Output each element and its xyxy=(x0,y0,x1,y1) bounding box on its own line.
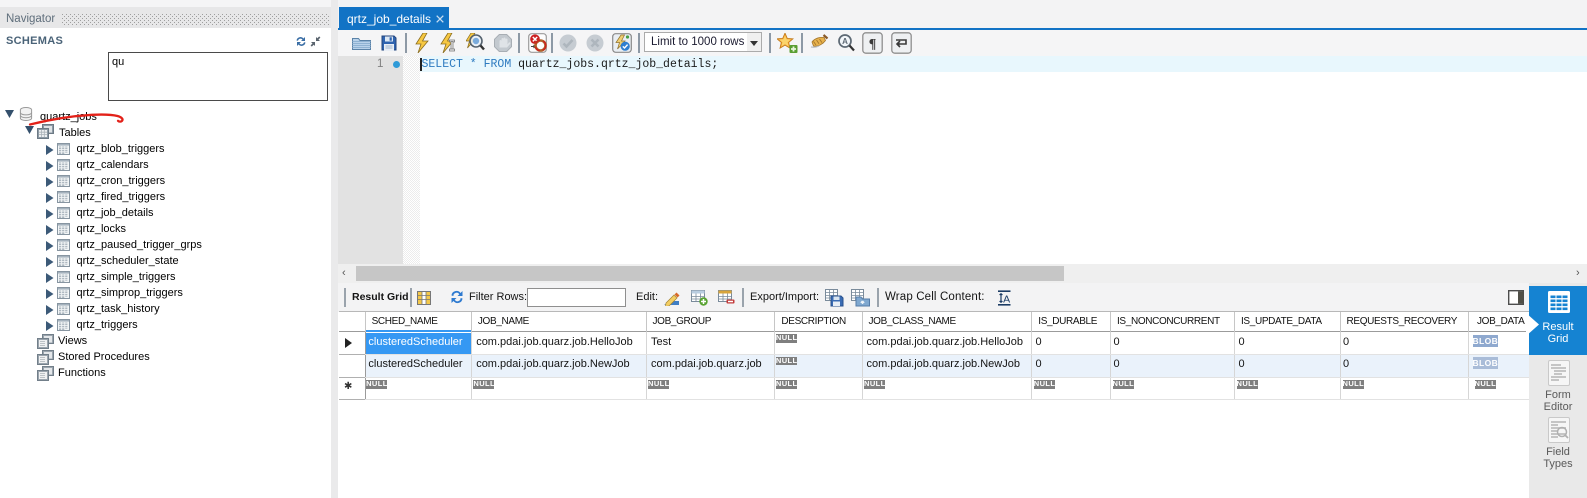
svg-text:¶: ¶ xyxy=(869,37,877,52)
svg-text:A: A xyxy=(1003,294,1010,306)
svg-text:A: A xyxy=(842,37,848,46)
